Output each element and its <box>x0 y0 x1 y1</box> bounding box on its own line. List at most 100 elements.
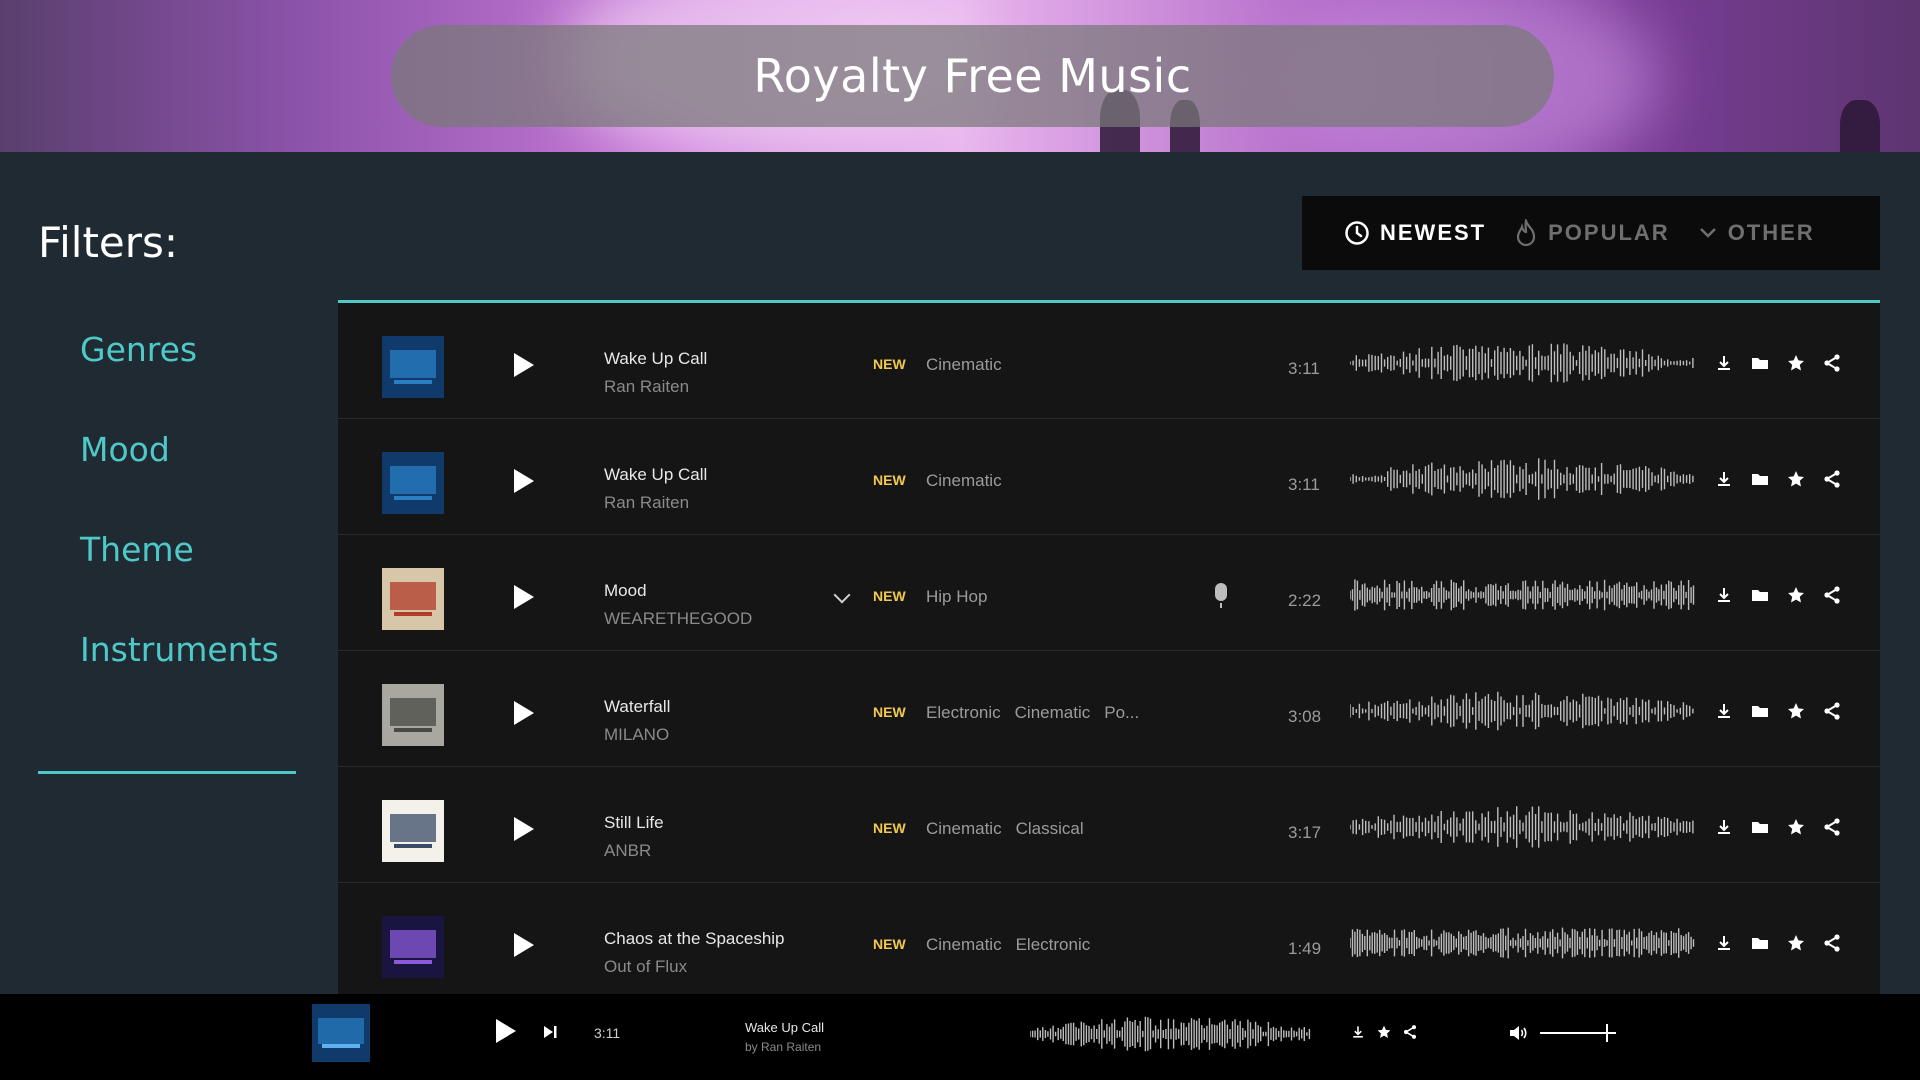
folder-icon[interactable] <box>1750 817 1770 837</box>
genre-tag[interactable]: Cinematic <box>926 471 1002 490</box>
track-waveform[interactable] <box>1350 805 1696 849</box>
star-icon[interactable] <box>1786 701 1806 721</box>
track-artist[interactable]: Ran Raiten <box>604 493 689 513</box>
download-icon[interactable] <box>1714 585 1734 605</box>
track-album-art[interactable] <box>382 452 444 514</box>
genre-tag[interactable]: Po... <box>1104 703 1139 722</box>
track-album-art[interactable] <box>382 568 444 630</box>
share-icon[interactable] <box>1822 469 1842 489</box>
track-waveform[interactable] <box>1350 573 1696 617</box>
share-icon[interactable] <box>1822 817 1842 837</box>
track-waveform[interactable] <box>1350 341 1696 385</box>
filter-genres[interactable]: Genres <box>80 330 197 369</box>
track-duration: 1:49 <box>1288 939 1322 958</box>
download-icon[interactable] <box>1714 701 1734 721</box>
star-icon[interactable] <box>1786 585 1806 605</box>
download-icon[interactable] <box>1350 1024 1366 1040</box>
volume-slider-handle[interactable] <box>1606 1024 1608 1042</box>
track-waveform[interactable] <box>1350 457 1696 501</box>
page-title: Royalty Free Music <box>753 49 1192 103</box>
genre-tag[interactable]: Classical <box>1016 819 1084 838</box>
track-genres: Hip Hop <box>926 587 1001 607</box>
star-icon[interactable] <box>1376 1024 1392 1040</box>
track-waveform[interactable] <box>1350 921 1696 965</box>
track-artist[interactable]: Out of Flux <box>604 957 687 977</box>
share-icon[interactable] <box>1822 701 1842 721</box>
filter-theme[interactable]: Theme <box>80 530 194 569</box>
sort-other-button[interactable]: OTHER <box>1698 220 1815 246</box>
track-genres: Cinematic <box>926 471 1016 491</box>
sort-newest-button[interactable]: NEWEST <box>1344 220 1486 246</box>
chevron-down-icon[interactable] <box>833 586 851 604</box>
download-icon[interactable] <box>1714 353 1734 373</box>
track-genres: Cinematic Classical <box>926 819 1098 839</box>
track-waveform[interactable] <box>1350 689 1696 733</box>
star-icon[interactable] <box>1786 353 1806 373</box>
sort-popular-button[interactable]: POPULAR <box>1514 219 1670 247</box>
genre-tag[interactable]: Cinematic <box>926 819 1002 838</box>
track-play-button[interactable] <box>514 353 534 377</box>
genre-tag[interactable]: Cinematic <box>926 935 1002 954</box>
track-actions <box>1714 701 1842 721</box>
share-icon[interactable] <box>1822 585 1842 605</box>
track-play-button[interactable] <box>514 817 534 841</box>
page-title-pill: Royalty Free Music <box>391 25 1554 127</box>
track-artist[interactable]: Ran Raiten <box>604 377 689 397</box>
track-play-button[interactable] <box>514 933 534 957</box>
flame-icon <box>1517 219 1536 247</box>
track-row[interactable]: Chaos at the Spaceship Out of Flux NEW Cine… <box>338 883 1880 994</box>
folder-icon[interactable] <box>1750 933 1770 953</box>
new-badge: NEW <box>873 704 906 720</box>
download-icon[interactable] <box>1714 933 1734 953</box>
sort-newest-label: NEWEST <box>1380 220 1487 245</box>
folder-icon[interactable] <box>1750 353 1770 373</box>
filter-instruments[interactable]: Instruments <box>80 630 279 669</box>
track-title[interactable]: Mood <box>604 581 647 601</box>
track-duration: 3:11 <box>1288 475 1320 494</box>
track-album-art[interactable] <box>382 684 444 746</box>
volume-slider-track[interactable] <box>1540 1032 1616 1034</box>
share-icon[interactable] <box>1402 1024 1418 1040</box>
track-album-art[interactable] <box>382 800 444 862</box>
folder-icon[interactable] <box>1750 469 1770 489</box>
track-title[interactable]: Waterfall <box>604 697 670 717</box>
track-row[interactable]: Wake Up Call Ran Raiten NEW Cinematic 3:11 <box>338 419 1880 535</box>
player-play-button[interactable] <box>496 1019 516 1043</box>
star-icon[interactable] <box>1786 933 1806 953</box>
star-icon[interactable] <box>1786 469 1806 489</box>
track-play-button[interactable] <box>514 469 534 493</box>
track-artist[interactable]: ANBR <box>604 841 651 861</box>
folder-icon[interactable] <box>1750 585 1770 605</box>
share-icon[interactable] <box>1822 353 1842 373</box>
genre-tag[interactable]: Hip Hop <box>926 587 987 606</box>
player-waveform[interactable] <box>1030 1014 1312 1054</box>
share-icon[interactable] <box>1822 933 1842 953</box>
track-row[interactable]: Still Life ANBR NEW Cinematic Classical 3:17 <box>338 767 1880 883</box>
chevron-down-icon <box>1699 228 1716 238</box>
track-row[interactable]: Mood WEARETHEGOOD NEW Hip Hop 2:22 <box>338 535 1880 651</box>
genre-tag[interactable]: Electronic <box>1016 935 1091 954</box>
download-icon[interactable] <box>1714 469 1734 489</box>
track-album-art[interactable] <box>382 336 444 398</box>
track-title[interactable]: Wake Up Call <box>604 349 707 369</box>
genre-tag[interactable]: Electronic <box>926 703 1001 722</box>
track-title[interactable]: Chaos at the Spaceship <box>604 929 785 949</box>
volume-icon[interactable] <box>1508 1024 1528 1042</box>
genre-tag[interactable]: Cinematic <box>1015 703 1091 722</box>
track-artist[interactable]: WEARETHEGOOD <box>604 609 752 629</box>
track-play-button[interactable] <box>514 701 534 725</box>
download-icon[interactable] <box>1714 817 1734 837</box>
genre-tag[interactable]: Cinematic <box>926 355 1002 374</box>
track-row[interactable]: Waterfall MILANO NEW Electronic Cinematic Po.… <box>338 651 1880 767</box>
track-album-art[interactable] <box>382 916 444 978</box>
star-icon[interactable] <box>1786 817 1806 837</box>
filter-mood[interactable]: Mood <box>80 430 170 469</box>
track-row[interactable]: Wake Up Call Ran Raiten NEW Cinematic 3:11 <box>338 303 1880 419</box>
player-album-art <box>312 1004 370 1062</box>
track-title[interactable]: Wake Up Call <box>604 465 707 485</box>
track-artist[interactable]: MILANO <box>604 725 669 745</box>
skip-next-icon[interactable] <box>542 1024 558 1040</box>
track-play-button[interactable] <box>514 585 534 609</box>
folder-icon[interactable] <box>1750 701 1770 721</box>
track-title[interactable]: Still Life <box>604 813 664 833</box>
